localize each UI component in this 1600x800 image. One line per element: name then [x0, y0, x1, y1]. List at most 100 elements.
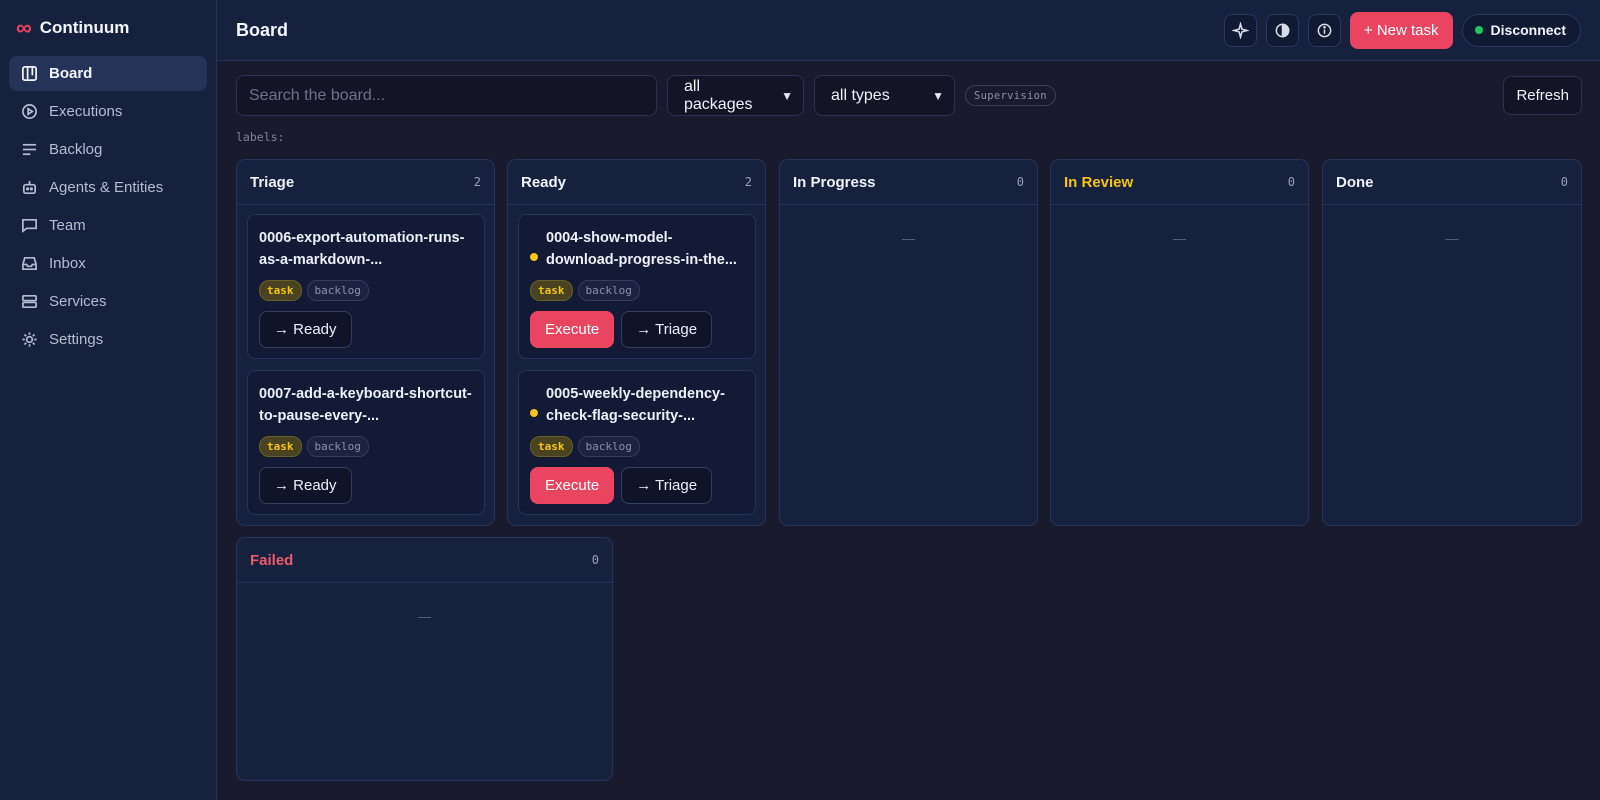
sidebar-item-label: Agents & Entities	[49, 179, 164, 196]
column-triage: Triage 2 0006-export-automation-runs-as-…	[236, 159, 495, 526]
sidebar: ∞ Continuum Board Executions Backlog Age…	[0, 0, 217, 800]
column-header: Done 0	[1323, 160, 1581, 205]
sidebar-item-executions[interactable]: Executions	[9, 94, 207, 129]
priority-dot	[530, 409, 538, 417]
sidebar-item-label: Backlog	[49, 141, 103, 158]
types-select-value: all types	[831, 86, 890, 104]
column-ready: Ready 2 0004-show-model-download-progres…	[507, 159, 766, 526]
column-header: In Progress 0	[780, 160, 1037, 205]
sidebar-item-services[interactable]: Services	[9, 284, 207, 319]
task-title: 0006-export-automation-runs-as-a-markdow…	[259, 230, 465, 268]
brand[interactable]: ∞ Continuum	[0, 0, 216, 56]
execute-button[interactable]: Execute	[530, 467, 615, 504]
page-title: Board	[236, 19, 289, 40]
theme-toggle-button[interactable]	[1265, 13, 1299, 47]
infinity-icon: ∞	[16, 15, 32, 40]
refresh-button[interactable]: Refresh	[1503, 76, 1582, 115]
status-tag: backlog	[577, 280, 640, 301]
column-header: Triage 2	[237, 160, 494, 205]
sparkle-button[interactable]	[1223, 13, 1257, 47]
new-task-button[interactable]: + New task	[1349, 11, 1453, 49]
priority-dot	[530, 253, 538, 261]
move-to-triage-button[interactable]: → Triage	[621, 311, 713, 348]
task-card[interactable]: 0004-show-model-download-progress-in-the…	[518, 214, 756, 359]
type-tag: task	[259, 436, 302, 457]
sidebar-item-settings[interactable]: Settings	[9, 322, 207, 357]
connection-status-dot	[1474, 26, 1483, 34]
column-count: 2	[744, 175, 752, 189]
column-count: 0	[1016, 175, 1024, 189]
column-title: In Review	[1064, 173, 1134, 191]
disconnect-label: Disconnect	[1490, 22, 1566, 38]
move-to-ready-button[interactable]: → Ready	[259, 467, 352, 504]
column-done: Done 0 —	[1322, 159, 1582, 526]
sidebar-item-label: Services	[49, 293, 107, 310]
list-icon	[20, 141, 38, 159]
supervision-chip[interactable]: Supervision	[965, 85, 1056, 106]
type-tag: task	[530, 436, 573, 457]
server-icon	[20, 293, 38, 311]
sparkle-icon	[1231, 21, 1249, 39]
empty-placeholder: —	[902, 231, 915, 246]
column-header: Ready 2	[508, 160, 765, 205]
execute-button[interactable]: Execute	[530, 311, 615, 348]
column-in-progress: In Progress 0 —	[779, 159, 1038, 526]
column-header: Failed 0	[237, 538, 612, 583]
type-tag: task	[259, 280, 302, 301]
empty-placeholder: —	[1173, 231, 1186, 246]
sidebar-item-label: Board	[49, 65, 93, 82]
sidebar-item-agents[interactable]: Agents & Entities	[9, 170, 207, 205]
chevron-down-icon: ▼	[781, 88, 793, 103]
sidebar-item-label: Inbox	[49, 255, 86, 272]
column-failed: Failed 0 —	[236, 537, 613, 781]
board-icon	[20, 65, 38, 83]
board-toolbar: all packages ▼ all types ▼ Supervision R…	[236, 75, 1582, 116]
column-title: In Progress	[793, 173, 876, 191]
column-title: Triage	[250, 173, 295, 191]
column-title: Failed	[250, 551, 294, 569]
sidebar-item-inbox[interactable]: Inbox	[9, 246, 207, 281]
sidebar-nav: Board Executions Backlog Agents & Entiti…	[0, 56, 216, 357]
task-card[interactable]: 0005-weekly-dependency-check-flag-securi…	[518, 370, 756, 515]
column-header: In Review 0	[1051, 160, 1308, 205]
column-title: Done	[1336, 173, 1374, 191]
chevron-down-icon: ▼	[932, 88, 944, 103]
task-card[interactable]: 0007-add-a-keyboard-shortcut-to-pause-ev…	[247, 370, 485, 515]
info-button[interactable]	[1307, 13, 1341, 47]
status-tag: backlog	[306, 280, 369, 301]
task-card[interactable]: 0006-export-automation-runs-as-a-markdow…	[247, 214, 485, 359]
labels-filter: labels:	[236, 130, 285, 144]
disconnect-button[interactable]: Disconnect	[1461, 13, 1581, 47]
status-tag: backlog	[306, 436, 369, 457]
packages-select[interactable]: all packages ▼	[667, 75, 804, 116]
header-actions: + New task Disconnect	[1223, 11, 1581, 49]
sidebar-item-board[interactable]: Board	[9, 56, 207, 91]
column-count: 0	[1560, 175, 1568, 189]
sidebar-item-backlog[interactable]: Backlog	[9, 132, 207, 167]
contrast-icon	[1275, 23, 1290, 37]
task-title: 0004-show-model-download-progress-in-the…	[546, 230, 737, 268]
column-count: 0	[1287, 175, 1295, 189]
info-icon	[1317, 23, 1332, 37]
status-tag: backlog	[577, 436, 640, 457]
sidebar-item-label: Settings	[49, 331, 104, 348]
types-select[interactable]: all types ▼	[814, 75, 955, 116]
play-circle-icon	[20, 103, 38, 121]
gear-icon	[20, 331, 38, 349]
search-input[interactable]	[236, 75, 657, 116]
column-count: 2	[473, 175, 481, 189]
column-count: 0	[591, 553, 599, 567]
column-title: Ready	[521, 173, 567, 191]
sidebar-item-team[interactable]: Team	[9, 208, 207, 243]
move-to-triage-button[interactable]: → Triage	[621, 467, 713, 504]
app-name: Continuum	[39, 18, 130, 37]
move-to-ready-button[interactable]: → Ready	[259, 311, 352, 348]
sidebar-item-label: Team	[49, 217, 86, 234]
chat-icon	[20, 217, 38, 235]
top-header: Board + New task Disconnect	[217, 0, 1600, 61]
empty-placeholder: —	[418, 609, 431, 624]
sidebar-item-label: Executions	[49, 103, 123, 120]
packages-select-value: all packages	[684, 77, 753, 113]
empty-placeholder: —	[1445, 231, 1459, 246]
task-title: 0007-add-a-keyboard-shortcut-to-pause-ev…	[259, 386, 472, 424]
